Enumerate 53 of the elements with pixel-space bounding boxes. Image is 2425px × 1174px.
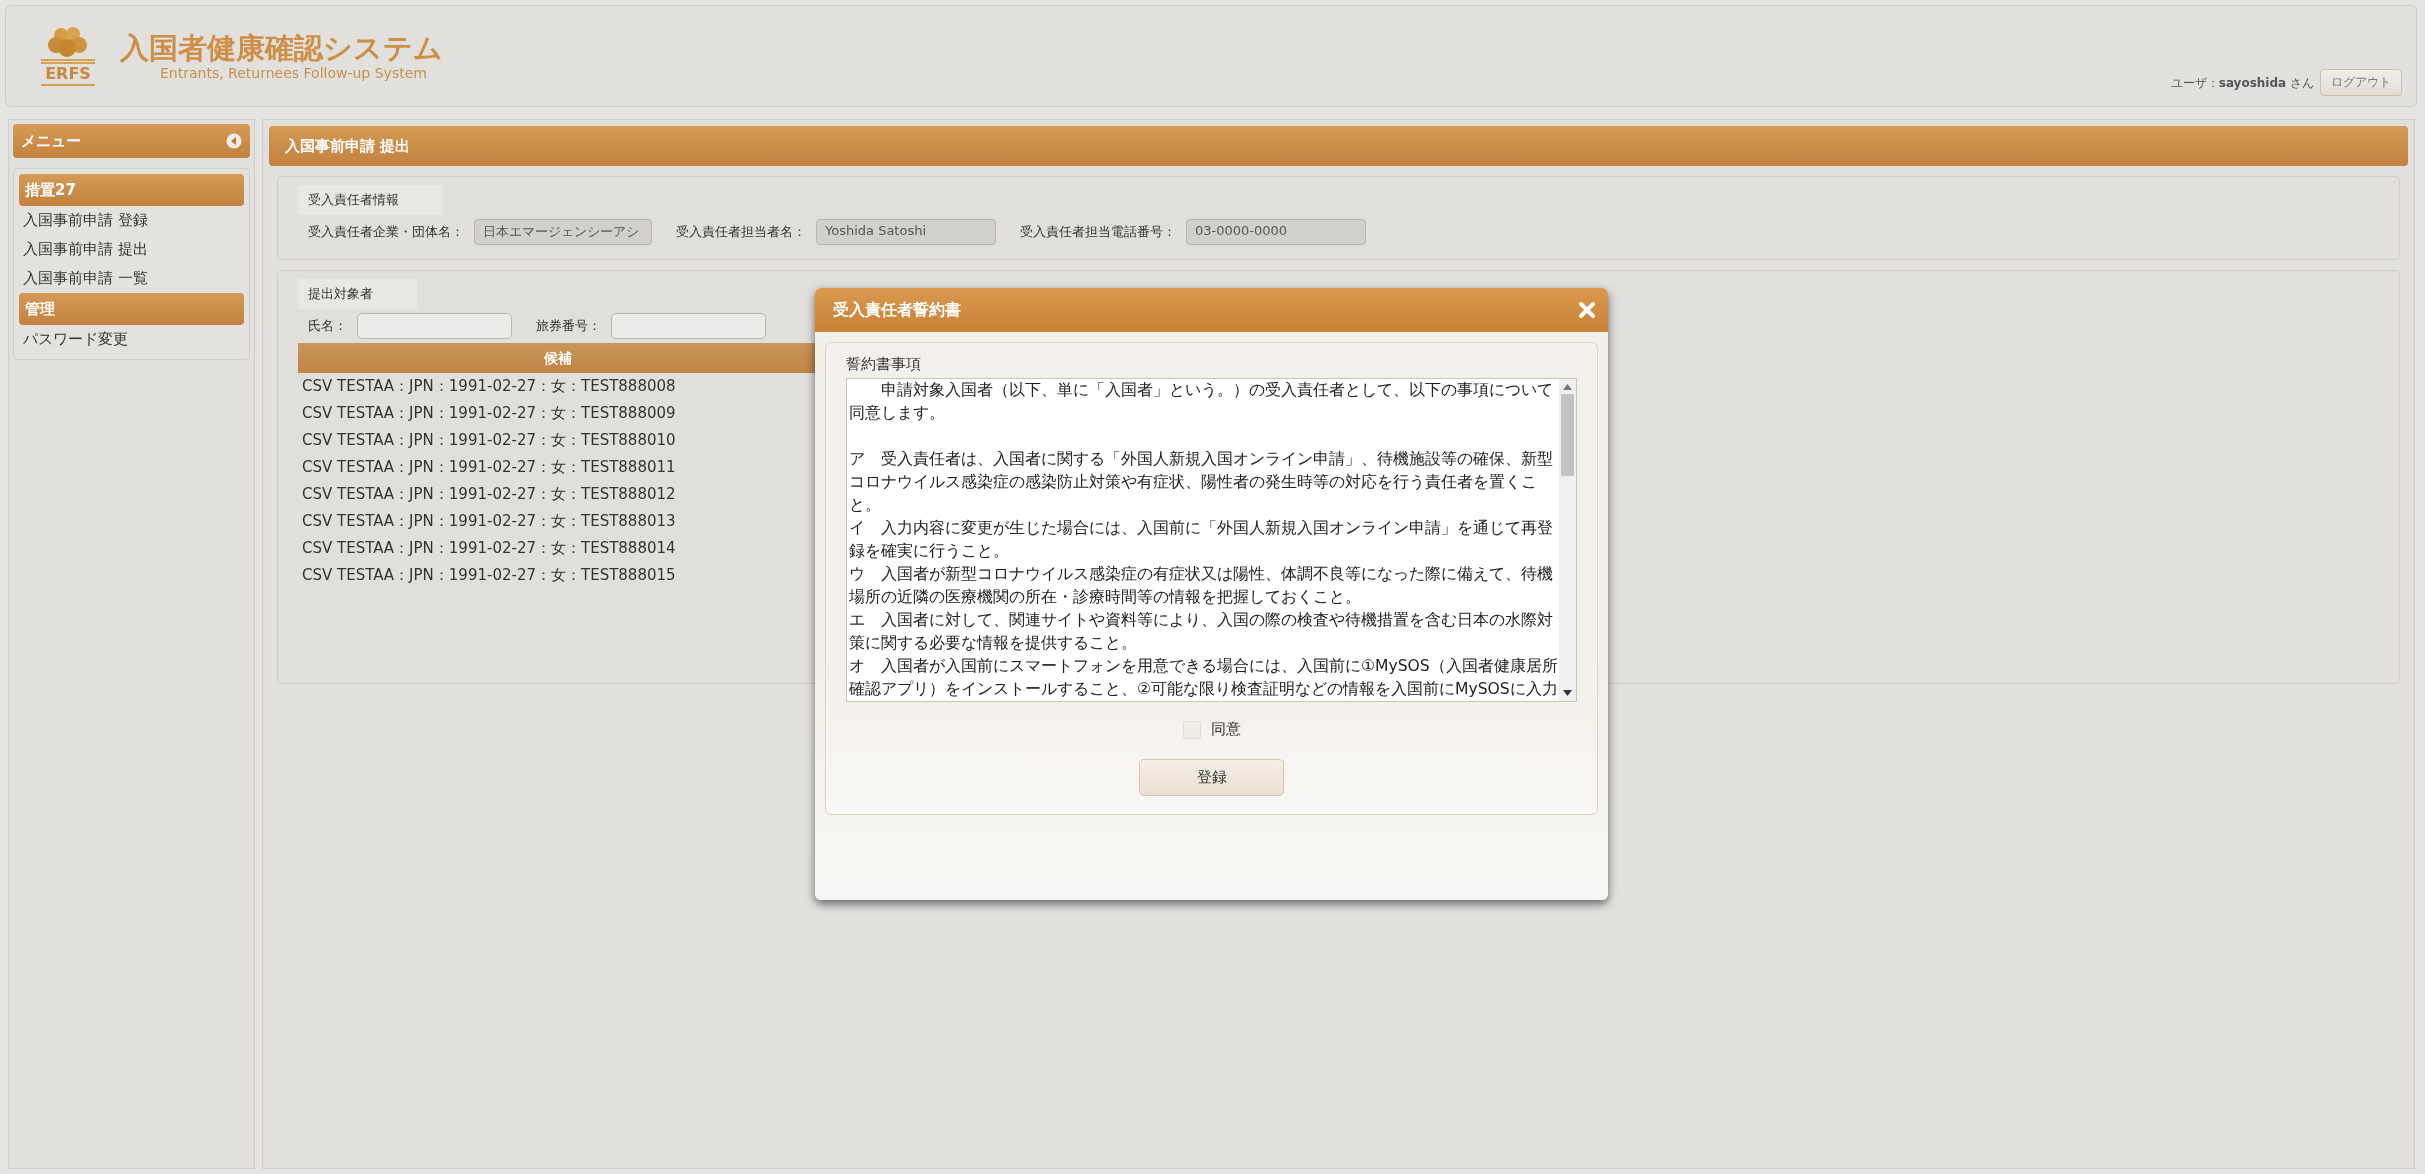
pledge-paragraph: イ 入力内容に変更が生じた場合には、入国前に「外国人新規入国オンライン申請」を通じて再登録を確実に行うこと。	[849, 518, 1554, 562]
fieldset-legend: 提出対象者	[298, 279, 417, 309]
section-label: 誓約書事項	[846, 355, 922, 374]
pledge-paragraph: ウ 入国者が新型コロナウイルス感染症の有症状又は陽性、体調不良等になった際に備えて、待機場所の近隣の医療機関の所在・診療時間等の情報を把握しておくこと。	[849, 564, 1554, 608]
field-label: 受入責任者担当電話番号：	[1020, 223, 1176, 241]
input-field[interactable]	[611, 313, 766, 339]
register-button[interactable]: 登録	[1139, 759, 1284, 796]
system-title: 入国者健康確認システム	[120, 31, 443, 65]
field-label: 受入責任者企業・団体名：	[308, 223, 464, 241]
candidate-item[interactable]: CSV TESTAA：JPN：1991-02-27：女：TEST888015	[298, 562, 680, 589]
logo-text: ERFS	[41, 62, 95, 86]
candidate-item[interactable]: CSV TESTAA：JPN：1991-02-27：女：TEST888011	[298, 454, 680, 481]
input-field[interactable]	[357, 313, 512, 339]
readonly-field[interactable]: 03-0000-0000	[1186, 219, 1366, 245]
field-label: 氏名：	[308, 317, 347, 335]
candidate-item[interactable]: CSV TESTAA：JPN：1991-02-27：女：TEST888009	[298, 400, 680, 427]
pledge-paragraph: エ 入国者に対して、関連サイトや資料等により、入国の際の検査や待機措置を含む日本の水際対策に関する必要な情報を提供すること。	[849, 610, 1554, 654]
close-icon[interactable]	[1578, 301, 1596, 319]
agree-checkbox[interactable]	[1182, 720, 1201, 739]
candidate-item[interactable]: CSV TESTAA：JPN：1991-02-27：女：TEST888008	[298, 373, 680, 400]
system-subtitle: Entrants, Returnees Follow-up System	[160, 65, 428, 81]
pledge-text-area[interactable]	[846, 378, 1577, 702]
readonly-field[interactable]: Yoshida Satoshi	[816, 219, 996, 245]
flower-logo-icon	[39, 26, 97, 62]
scrollbar-thumb[interactable]	[1561, 394, 1574, 476]
fieldset-legend: 受入責任者情報	[298, 185, 443, 215]
candidate-item[interactable]: CSV TESTAA：JPN：1991-02-27：女：TEST888010	[298, 427, 680, 454]
candidate-item[interactable]: CSV TESTAA：JPN：1991-02-27：女：TEST888014	[298, 535, 680, 562]
menu-section-header: 管理	[19, 293, 244, 325]
field-label: 受入責任者担当者名：	[676, 223, 806, 241]
user-label: ユーザ：sayoshida さん	[2170, 75, 2314, 92]
logout-button[interactable]: ログアウト	[2320, 69, 2402, 96]
pledge-paragraph: オ 入国者が入国前にスマートフォンを用意できる場合には、入国前に①MySOS（入国者健康居所確認アプリ）をインストールすること、②可能な限り検査証明などの情報を入国前にMySOSに入力	[849, 656, 1559, 700]
readonly-field[interactable]: 日本エマージェンシーアシ	[474, 219, 652, 245]
pledge-paragraph: ア 受入責任者は、入国者に関する「外国人新規入国オンライン申請」、待機施設等の確保、新型コロナウイルス感染症の感染防止対策や有症状、陽性者の発生時等の対応を行う責任者を置くこと。	[849, 449, 1554, 516]
dialog-title: 受入責任者誓約書	[833, 299, 961, 321]
menu-item[interactable]: パスワード変更	[19, 325, 244, 354]
agree-label: 同意	[1210, 720, 1241, 739]
menu-item[interactable]: 入国事前申請 提出	[19, 235, 244, 264]
scroll-down-icon[interactable]	[1563, 690, 1572, 696]
list-header: 候補	[298, 343, 818, 373]
menu-title: メニュー	[21, 131, 81, 151]
candidate-item[interactable]: CSV TESTAA：JPN：1991-02-27：女：TEST888013	[298, 508, 680, 535]
menu-section-header: 措置27	[19, 174, 244, 206]
pledge-paragraph: 申請対象入国者（以下、単に「入国者」という。）の受入責任者として、以下の事項について同意します。	[849, 380, 1554, 424]
page-title: 入国事前申請 提出	[269, 126, 2408, 166]
candidate-item[interactable]: CSV TESTAA：JPN：1991-02-27：女：TEST888012	[298, 481, 680, 508]
menu-item[interactable]: 入国事前申請 一覧	[19, 264, 244, 293]
scrollbar[interactable]	[1559, 379, 1576, 701]
menu-item[interactable]: 入国事前申請 登録	[19, 206, 244, 235]
field-label: 旅券番号：	[536, 317, 601, 335]
collapse-icon[interactable]	[226, 133, 242, 149]
scroll-up-icon[interactable]	[1563, 384, 1572, 390]
